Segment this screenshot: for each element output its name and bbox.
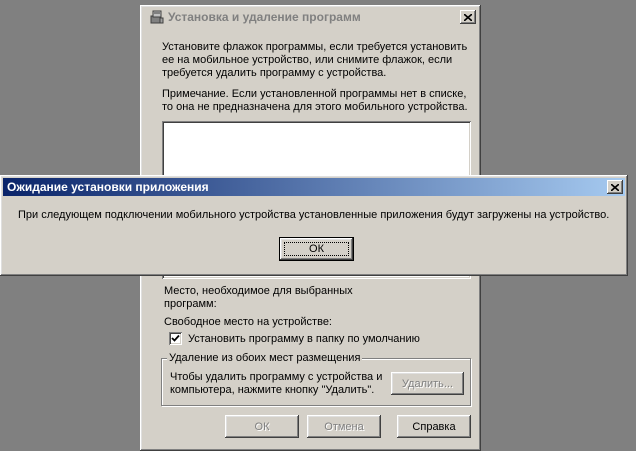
- space-required-line: программ:: [164, 298, 217, 310]
- instructions-text: Установите флажок программы, если требуе…: [162, 41, 467, 80]
- note-line: Примечание. Если установленной программы…: [162, 88, 467, 100]
- modal-message: При следующем подключении мобильного уст…: [18, 209, 610, 221]
- modal-ok-label: ОК: [309, 243, 324, 255]
- instructions-line: требуется удалить программу с устройства…: [162, 67, 387, 79]
- remove-group-title: Удаление из обоих мест размещения: [167, 352, 363, 365]
- remove-button[interactable]: Удалить...: [391, 372, 464, 395]
- modal-title: Ожидание установки приложения: [7, 180, 209, 194]
- instructions-line: ее на мобильное устройство, или снимите …: [162, 54, 453, 66]
- remove-group-text: Чтобы удалить программу с устройства и к…: [170, 371, 382, 397]
- note-line: то она не предназначена для этого мобиль…: [162, 101, 468, 113]
- help-button[interactable]: Справка: [397, 415, 471, 438]
- close-icon: [611, 183, 619, 191]
- cancel-button[interactable]: Отмена: [307, 415, 381, 438]
- free-space-label: Свободное место на устройстве:: [164, 316, 332, 328]
- space-required-label: Место, необходимое для выбранных програм…: [164, 285, 353, 311]
- waiting-install-dialog: Ожидание установки приложения При следую…: [0, 175, 628, 276]
- space-required-line: Место, необходимое для выбранных: [164, 285, 353, 297]
- desktop: Установка и удаление программ Установите…: [0, 0, 636, 451]
- remove-text-line: компьютера, нажмите кнопку "Удалить".: [170, 384, 375, 396]
- program-install-icon: [149, 9, 165, 25]
- default-folder-label[interactable]: Установить программу в папку по умолчани…: [188, 333, 420, 346]
- checkmark-icon: [171, 334, 180, 342]
- note-text: Примечание. Если установленной программы…: [162, 88, 468, 114]
- ok-button[interactable]: ОК: [225, 415, 299, 438]
- modal-close-button[interactable]: [607, 180, 623, 194]
- default-folder-checkbox[interactable]: [169, 332, 182, 345]
- main-window-title: Установка и удаление программ: [168, 10, 361, 24]
- main-titlebar[interactable]: Установка и удаление программ: [143, 8, 478, 26]
- modal-ok-button[interactable]: ОК: [280, 238, 353, 260]
- instructions-line: Установите флажок программы, если требуе…: [162, 41, 468, 53]
- remove-text-line: Чтобы удалить программу с устройства и: [170, 371, 383, 383]
- close-icon: [464, 13, 472, 21]
- main-close-button[interactable]: [460, 10, 476, 24]
- modal-titlebar[interactable]: Ожидание установки приложения: [3, 178, 625, 196]
